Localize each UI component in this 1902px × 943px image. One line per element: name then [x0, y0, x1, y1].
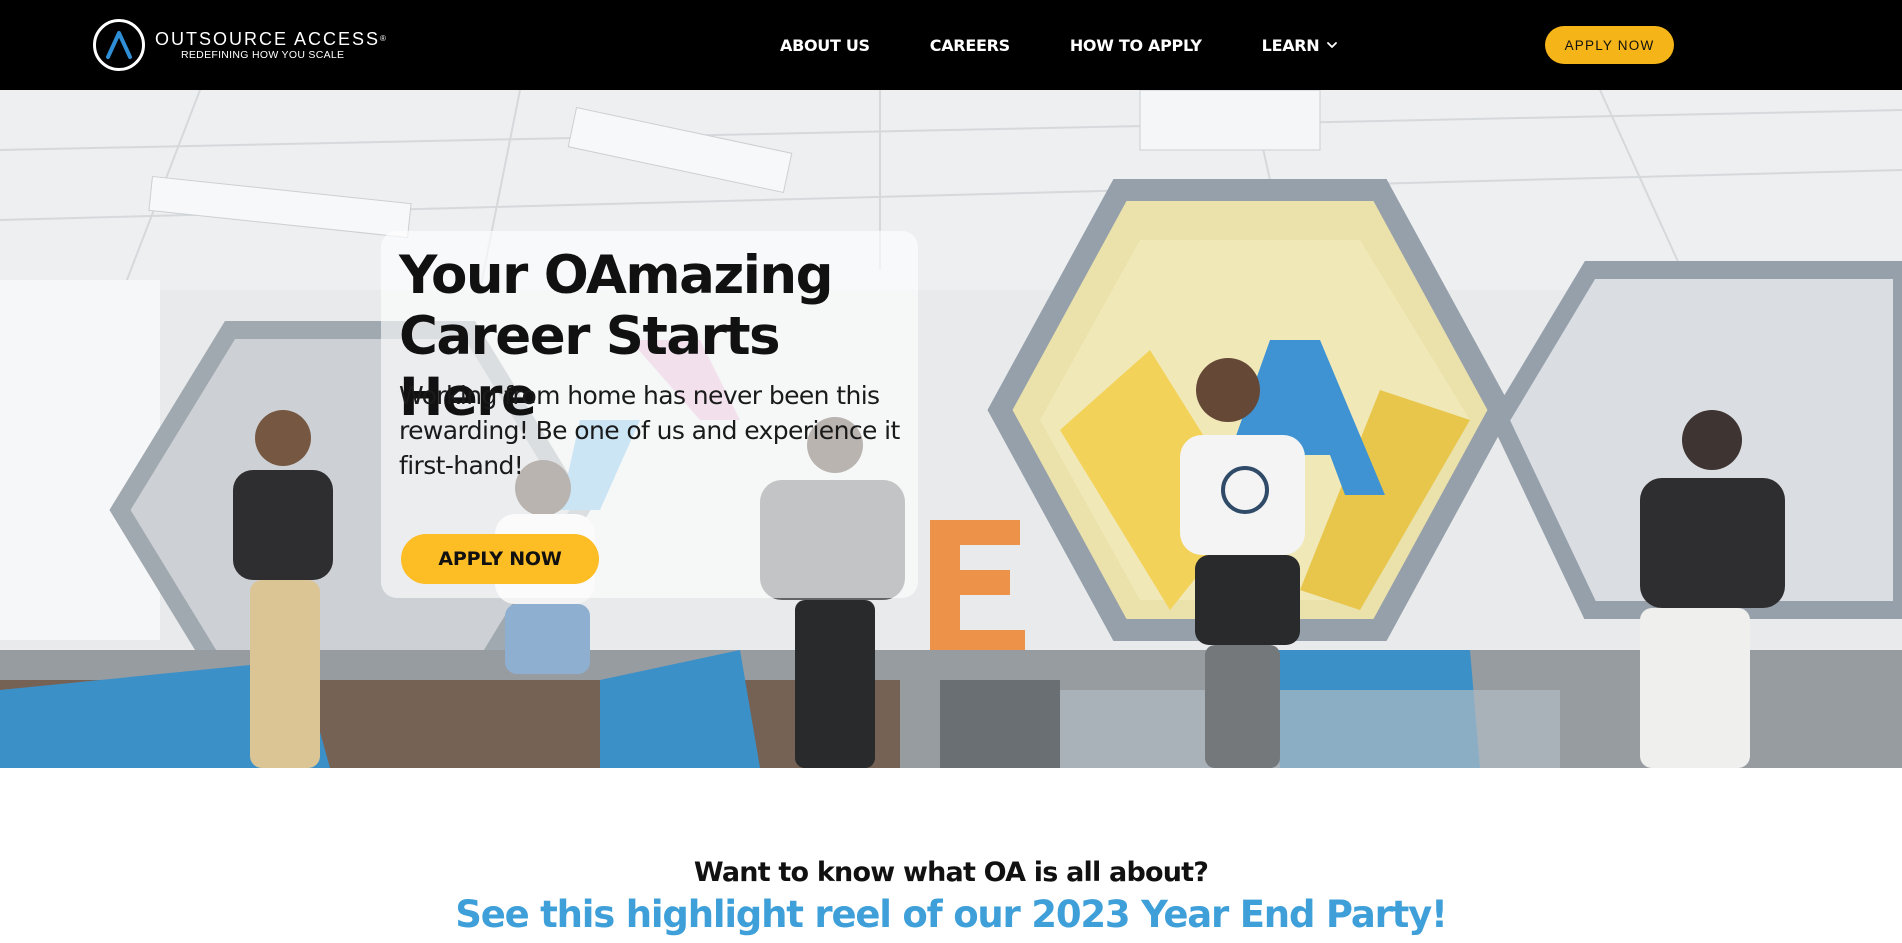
nav-how-to-apply[interactable]: HOW TO APPLY — [1070, 36, 1202, 55]
nav-about-us[interactable]: ABOUT US — [780, 36, 870, 55]
nav-careers[interactable]: CAREERS — [930, 36, 1010, 55]
oa-logo-icon — [93, 19, 145, 71]
nav-learn-label: LEARN — [1261, 35, 1320, 55]
hero-section: Your OAmazing Career Starts Here Working… — [0, 90, 1902, 768]
site-header: OUTSOURCE ACCESS® REDEFINING HOW YOU SCA… — [0, 0, 1902, 90]
nav-learn[interactable]: LEARN — [1262, 36, 1338, 55]
site-logo[interactable]: OUTSOURCE ACCESS® REDEFINING HOW YOU SCA… — [93, 19, 388, 71]
header-apply-now-button[interactable]: APPLY NOW — [1545, 26, 1674, 64]
logo-tagline: REDEFINING HOW YOU SCALE — [181, 48, 345, 61]
highlight-headline: See this highlight reel of our 2023 Year… — [455, 893, 1448, 936]
hero-office-photo — [0, 90, 1902, 768]
highlight-question: Want to know what OA is all about? — [693, 857, 1209, 888]
chevron-down-icon — [1327, 41, 1338, 49]
logo-name: OUTSOURCE ACCESS — [155, 28, 381, 49]
nav-careers-label: CAREERS — [929, 35, 1010, 55]
hero-subtitle: Working from home has never been this re… — [399, 381, 900, 480]
logo-text: OUTSOURCE ACCESS® REDEFINING HOW YOU SCA… — [155, 29, 388, 62]
nav-how-to-apply-label: HOW TO APPLY — [1069, 35, 1202, 55]
logo-trademark: ® — [380, 33, 388, 43]
main-nav: ABOUT US CAREERS HOW TO APPLY LEARN — [780, 0, 1338, 90]
nav-about-us-label: ABOUT US — [780, 35, 870, 55]
hero-apply-now-button[interactable]: APPLY NOW — [401, 534, 599, 584]
